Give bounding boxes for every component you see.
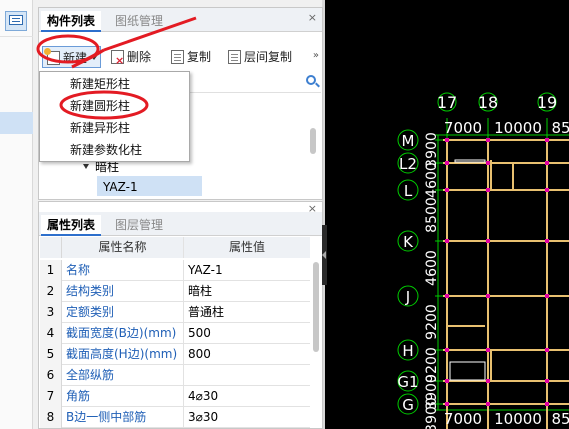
highlight-circle-circle-column — [59, 90, 149, 120]
arrow-head-icon — [71, 48, 105, 69]
app-window: 构件列表 图纸管理 × 新建 删除 复制 层间复制 » 暗柱 — [0, 0, 569, 429]
annotation-overlay — [36, 16, 197, 120]
annotation-arrow — [103, 16, 197, 52]
